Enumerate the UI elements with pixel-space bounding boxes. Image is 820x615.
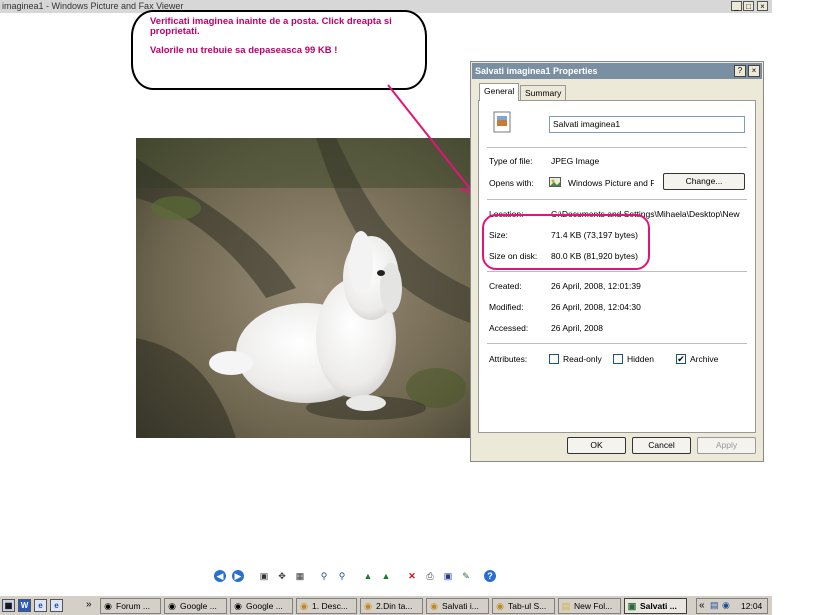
volume-icon[interactable]: ◉	[722, 600, 730, 611]
opens-with-label: Opens with:	[489, 178, 534, 188]
jpeg-file-icon	[493, 111, 511, 133]
dialog-title-bar: Salvati imaginea1 Properties ? ×	[472, 63, 762, 79]
task-salvati-active[interactable]: ▣ Salvati ...	[624, 598, 687, 614]
viewer-toolbar: ◀ ▶ ▣ ✥ ▦ ⚲ ⚲ ▲ ▲ ✕ ⎙ ▣ ✎ ?	[212, 570, 512, 584]
help-icon[interactable]: ?	[484, 570, 496, 582]
task-label: 1. Desc...	[312, 601, 348, 611]
accessed-value: 26 April, 2008	[551, 323, 603, 333]
best-fit-icon[interactable]: ▣	[258, 570, 270, 582]
taskbar: ▦ W e e » ◉ Forum ... ◉ Google ... ◉ Google…	[0, 595, 772, 615]
internet-explorer-icon[interactable]: e	[34, 599, 47, 612]
task-new-folder[interactable]: ▤ New Fol...	[558, 598, 621, 614]
print-icon[interactable]: ⎙	[424, 570, 436, 582]
rotate-counterclockwise-icon[interactable]: ▲	[380, 570, 392, 582]
apply-button[interactable]: Apply	[697, 437, 756, 454]
task-label: New Fol...	[574, 601, 613, 611]
cancel-button[interactable]: Cancel	[632, 437, 691, 454]
ie-icon: ◉	[104, 601, 112, 611]
close-button[interactable]: ×	[757, 1, 768, 11]
readonly-checkbox[interactable]	[549, 354, 559, 364]
edit-image-icon[interactable]: ✎	[460, 570, 472, 582]
annotation-line-2: Valorile nu trebuie sa depaseasca 99 KB …	[150, 45, 338, 56]
type-label: Type of file:	[489, 156, 533, 166]
accessed-label: Accessed:	[489, 323, 529, 333]
task-google-1[interactable]: ◉ Google ...	[164, 598, 227, 614]
created-label: Created:	[489, 281, 522, 291]
hidden-checkbox[interactable]	[613, 354, 623, 364]
firefox-icon: ◉	[300, 601, 308, 611]
ie-icon: ◉	[234, 601, 242, 611]
annotation-line-1: Verificati imaginea inainte de a posta. …	[150, 16, 392, 37]
attributes-label: Attributes:	[489, 354, 528, 364]
system-tray: « ▤ ◉ 12:04	[696, 598, 768, 614]
actual-size-icon[interactable]: ✥	[276, 570, 288, 582]
minimize-button[interactable]: _	[731, 1, 742, 11]
task-label: Google ...	[246, 601, 283, 611]
task-label: 2.Din ta...	[376, 601, 413, 611]
opens-with-value: Windows Picture and F	[568, 178, 654, 188]
help-button[interactable]: ?	[734, 65, 746, 77]
task-forum[interactable]: ◉ Forum ...	[100, 598, 161, 614]
task-salvati-1[interactable]: ◉ Salvati i...	[426, 598, 489, 614]
task-label: Forum ...	[116, 601, 151, 611]
task-desc[interactable]: ◉ 1. Desc...	[296, 598, 357, 614]
ok-button[interactable]: OK	[567, 437, 626, 454]
modified-value: 26 April, 2008, 12:04:30	[551, 302, 641, 312]
dialog-title: Salvati imaginea1 Properties	[475, 66, 598, 76]
properties-dialog: Salvati imaginea1 Properties ? × General…	[470, 61, 764, 462]
word-icon[interactable]: W	[18, 599, 31, 612]
tray-expand[interactable]: «	[699, 600, 705, 611]
previous-image-icon[interactable]: ◀	[214, 570, 226, 582]
modified-label: Modified:	[489, 302, 524, 312]
folder-icon: ▤	[561, 601, 571, 611]
change-button[interactable]: Change...	[663, 173, 745, 190]
maximize-button[interactable]: □	[743, 1, 754, 11]
task-tab-ul[interactable]: ◉ Tab-ul S...	[492, 598, 555, 614]
task-google-2[interactable]: ◉ Google ...	[230, 598, 293, 614]
created-value: 26 April, 2008, 12:01:39	[551, 281, 641, 291]
readonly-label: Read-only	[563, 354, 602, 364]
network-icon[interactable]: ▤	[710, 600, 719, 611]
firefox-icon: ◉	[430, 601, 438, 611]
browser-icon[interactable]: e	[50, 599, 63, 612]
divider	[487, 199, 747, 200]
firefox-icon: ◉	[364, 601, 372, 611]
archive-checkbox[interactable]: ✔	[676, 354, 686, 364]
show-desktop-icon[interactable]: ▦	[2, 599, 15, 612]
picture-viewer-icon: ▣	[627, 601, 637, 611]
task-label: Salvati i...	[442, 601, 479, 611]
quick-launch-more[interactable]: »	[86, 599, 92, 610]
task-label: Salvati ...	[640, 601, 677, 611]
zoom-out-icon[interactable]: ⚲	[336, 570, 348, 582]
dialog-close-button[interactable]: ×	[748, 65, 760, 77]
divider	[487, 147, 747, 148]
save-icon[interactable]: ▣	[442, 570, 454, 582]
task-din-ta[interactable]: ◉ 2.Din ta...	[360, 598, 423, 614]
divider	[487, 271, 747, 272]
tab-general[interactable]: General	[479, 83, 520, 101]
divider	[487, 343, 747, 344]
picture-viewer-icon	[549, 176, 561, 188]
archive-label: Archive	[690, 354, 719, 364]
clock[interactable]: 12:04	[741, 601, 762, 611]
task-label: Google ...	[180, 601, 217, 611]
rotate-clockwise-icon[interactable]: ▲	[362, 570, 374, 582]
slideshow-icon[interactable]: ▦	[294, 570, 306, 582]
filename-field[interactable]: Salvati imaginea1	[549, 116, 745, 133]
type-value: JPEG Image	[551, 156, 600, 166]
size-highlight-circle	[482, 214, 650, 270]
tab-summary[interactable]: Summary	[520, 85, 567, 100]
delete-icon[interactable]: ✕	[406, 570, 418, 582]
annotation-text: Verificati imaginea inainte de a posta. …	[150, 17, 420, 56]
task-label: Tab-ul S...	[508, 601, 547, 611]
firefox-icon: ◉	[496, 601, 504, 611]
next-image-icon[interactable]: ▶	[232, 570, 244, 582]
zoom-in-icon[interactable]: ⚲	[318, 570, 330, 582]
ie-icon: ◉	[168, 601, 176, 611]
hidden-label: Hidden	[627, 354, 654, 364]
